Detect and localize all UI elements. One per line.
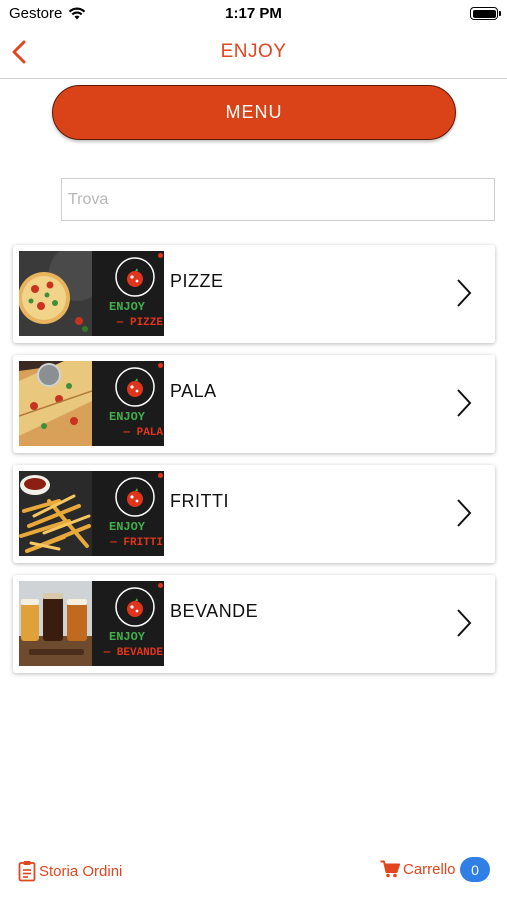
category-item-bevande[interactable]: ENJOY — BEVANDE BEVANDE [13, 575, 495, 673]
search-input[interactable] [61, 178, 495, 221]
category-label: PALA [170, 381, 217, 401]
cart-icon [380, 860, 400, 878]
thumbnail-brand: ENJOY [109, 300, 146, 314]
bottega-logo-icon [115, 587, 155, 627]
category-label: FRITTI [170, 491, 229, 511]
pizza-photo [19, 251, 92, 336]
chevron-left-icon[interactable] [8, 38, 32, 66]
clipboard-icon [18, 861, 36, 882]
category-thumbnail: ENJOY — BEVANDE [19, 581, 164, 666]
cart-label: Carrello [403, 860, 456, 878]
chevron-right-icon [457, 389, 472, 417]
thumbnail-brand: ENJOY [109, 520, 146, 534]
page-title: ENJOY [220, 41, 287, 62]
category-thumbnail: ENJOY — FRITTI [19, 471, 164, 556]
menu-button[interactable]: MENU [52, 85, 456, 140]
chevron-right-icon [457, 609, 472, 637]
cart-button[interactable]: Carrello [380, 860, 456, 878]
fries-photo [19, 471, 92, 556]
order-history-button[interactable]: Storia Ordini [18, 860, 122, 882]
brand-dot [158, 363, 163, 368]
bottega-logo-icon [115, 367, 155, 407]
category-label: PIZZE [170, 271, 224, 291]
category-label: BEVANDE [170, 601, 259, 621]
brand-dot [158, 583, 163, 588]
status-bar: Gestore 1:17 PM [0, 0, 507, 28]
category-thumbnail: ENJOY — PIZZE [19, 251, 164, 336]
beer-photo [19, 581, 92, 666]
order-history-label: Storia Ordini [39, 862, 123, 880]
brand-dot [158, 473, 163, 478]
category-item-pizze[interactable]: ENJOY — PIZZE PIZZE [13, 245, 495, 343]
category-thumbnail: ENJOY — PALA [19, 361, 164, 446]
wifi-icon [69, 7, 86, 20]
carrier-group: Gestore [9, 5, 86, 22]
bottom-bar: Storia Ordini Carrello 0 [0, 848, 507, 900]
category-item-pala[interactable]: ENJOY — PALA PALA [13, 355, 495, 453]
carrier-label: Gestore [9, 5, 63, 22]
cart-count-badge: 0 [460, 857, 490, 882]
nav-bar: ENJOY [0, 28, 507, 79]
thumbnail-tag: — FRITTI [110, 537, 163, 549]
battery-icon [470, 7, 501, 20]
thumbnail-tag: — BEVANDE [103, 647, 163, 659]
brand-dot [158, 253, 163, 258]
bottega-logo-icon [115, 477, 155, 517]
category-list: ENJOY — PIZZE PIZZE ENJOY — PALA PALA EN… [13, 245, 495, 685]
chevron-right-icon [457, 499, 472, 527]
thumbnail-brand: ENJOY [109, 410, 146, 424]
category-item-fritti[interactable]: ENJOY — FRITTI FRITTI [13, 465, 495, 563]
bottega-logo-icon [115, 257, 155, 297]
thumbnail-brand: ENJOY [109, 630, 146, 644]
thumbnail-tag: — PIZZE [116, 317, 163, 329]
pala-photo [19, 361, 92, 446]
chevron-right-icon [457, 279, 472, 307]
thumbnail-tag: — PALA [123, 427, 163, 439]
